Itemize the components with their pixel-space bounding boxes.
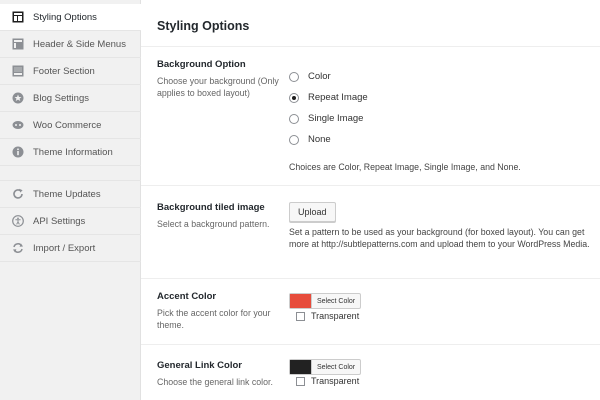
sidebar-item-header-side-menus[interactable]: Header & Side Menus bbox=[0, 31, 141, 58]
checkbox[interactable] bbox=[296, 311, 305, 321]
settings-sidebar: Styling Options Header & Side Menus Foot… bbox=[0, 0, 141, 400]
background-tiled-section: Background tiled image Select a backgrou… bbox=[141, 186, 600, 279]
section-description: Pick the accent color for your theme. bbox=[157, 308, 271, 330]
sidebar-item-api-settings[interactable]: API Settings bbox=[0, 208, 141, 235]
radio-label: Repeat Image bbox=[308, 92, 368, 103]
accessibility-icon bbox=[12, 215, 24, 227]
accent-color-picker[interactable]: Select Color bbox=[289, 293, 362, 309]
sidebar-item-styling-options[interactable]: Styling Options bbox=[0, 4, 141, 31]
sidebar-item-label: Styling Options bbox=[33, 11, 97, 23]
radio-button[interactable] bbox=[289, 71, 299, 82]
section-title: Accent Color bbox=[157, 291, 217, 302]
radio-repeat-image[interactable]: Repeat Image bbox=[289, 92, 368, 103]
radio-label: Color bbox=[308, 71, 331, 82]
sidebar-item-label: Import / Export bbox=[33, 242, 96, 254]
refresh-icon bbox=[12, 188, 24, 200]
sidebar-item-import-export[interactable]: Import / Export bbox=[0, 235, 141, 262]
accent-color-section: Accent Color Pick the accent color for y… bbox=[141, 279, 600, 345]
sidebar-item-label: Woo Commerce bbox=[33, 119, 102, 131]
radio-button[interactable] bbox=[289, 134, 299, 145]
link-transparent-checkbox[interactable]: Transparent bbox=[296, 376, 359, 386]
section-description: Select a background pattern. bbox=[157, 219, 270, 229]
color-swatch[interactable] bbox=[290, 360, 312, 374]
sidebar-item-label: API Settings bbox=[33, 215, 86, 227]
sidebar-item-label: Theme Information bbox=[33, 146, 113, 158]
sync-icon bbox=[12, 242, 24, 254]
sidebar-item-woo-commerce[interactable]: Woo Commerce bbox=[0, 112, 141, 139]
upload-button[interactable]: Upload bbox=[289, 202, 336, 222]
checkbox[interactable] bbox=[296, 376, 305, 386]
radio-label: Single Image bbox=[308, 113, 364, 124]
radio-none[interactable]: None bbox=[289, 134, 331, 145]
section-description: Choose the general link color. bbox=[157, 377, 273, 387]
accent-transparent-checkbox[interactable]: Transparent bbox=[296, 311, 359, 321]
sidebar-item-label: Blog Settings bbox=[33, 92, 89, 104]
sidebar-item-label: Header & Side Menus bbox=[33, 38, 126, 50]
sidebar-item-theme-updates[interactable]: Theme Updates bbox=[0, 181, 141, 208]
section-title: Background tiled image bbox=[157, 202, 265, 213]
section-title: Background Option bbox=[157, 59, 246, 70]
radio-label: None bbox=[308, 134, 331, 145]
select-color-label: Select Color bbox=[317, 363, 356, 371]
sidebar-item-theme-information[interactable]: Theme Information bbox=[0, 139, 141, 166]
radio-button[interactable] bbox=[289, 113, 299, 124]
settings-panel: Styling Options Background Option Choose… bbox=[141, 0, 600, 400]
select-color-label: Select Color bbox=[317, 297, 356, 305]
footer-icon bbox=[12, 65, 24, 77]
checkbox-label: Transparent bbox=[311, 311, 360, 321]
page-title: Styling Options bbox=[157, 19, 250, 33]
radio-color[interactable]: Color bbox=[289, 71, 331, 82]
header-icon bbox=[12, 38, 24, 50]
sidebar-item-label: Theme Updates bbox=[33, 188, 101, 200]
radio-single-image[interactable]: Single Image bbox=[289, 113, 363, 124]
radio-button-checked[interactable] bbox=[289, 92, 299, 103]
sidebar-separator bbox=[0, 174, 141, 181]
link-color-picker[interactable]: Select Color bbox=[289, 359, 362, 375]
help-text: Set a pattern to be used as your backgro… bbox=[289, 227, 590, 249]
help-text: Choices are Color, Repeat Image, Single … bbox=[289, 162, 521, 172]
sidebar-item-footer-section[interactable]: Footer Section bbox=[0, 58, 141, 85]
section-title: General Link Color bbox=[157, 360, 242, 371]
styling-icon bbox=[12, 11, 24, 23]
sidebar-item-blog-settings[interactable]: Blog Settings bbox=[0, 85, 141, 112]
checkbox-label: Transparent bbox=[311, 376, 360, 386]
color-swatch[interactable] bbox=[290, 294, 312, 308]
background-option-section: Background Option Choose your background… bbox=[141, 47, 600, 186]
woo-icon bbox=[12, 119, 24, 131]
star-icon bbox=[12, 92, 24, 104]
sidebar-item-label: Footer Section bbox=[33, 65, 95, 77]
info-icon bbox=[12, 146, 24, 158]
section-description: Choose your background (Only applies to … bbox=[157, 76, 279, 98]
link-color-section: General Link Color Choose the general li… bbox=[141, 345, 600, 400]
